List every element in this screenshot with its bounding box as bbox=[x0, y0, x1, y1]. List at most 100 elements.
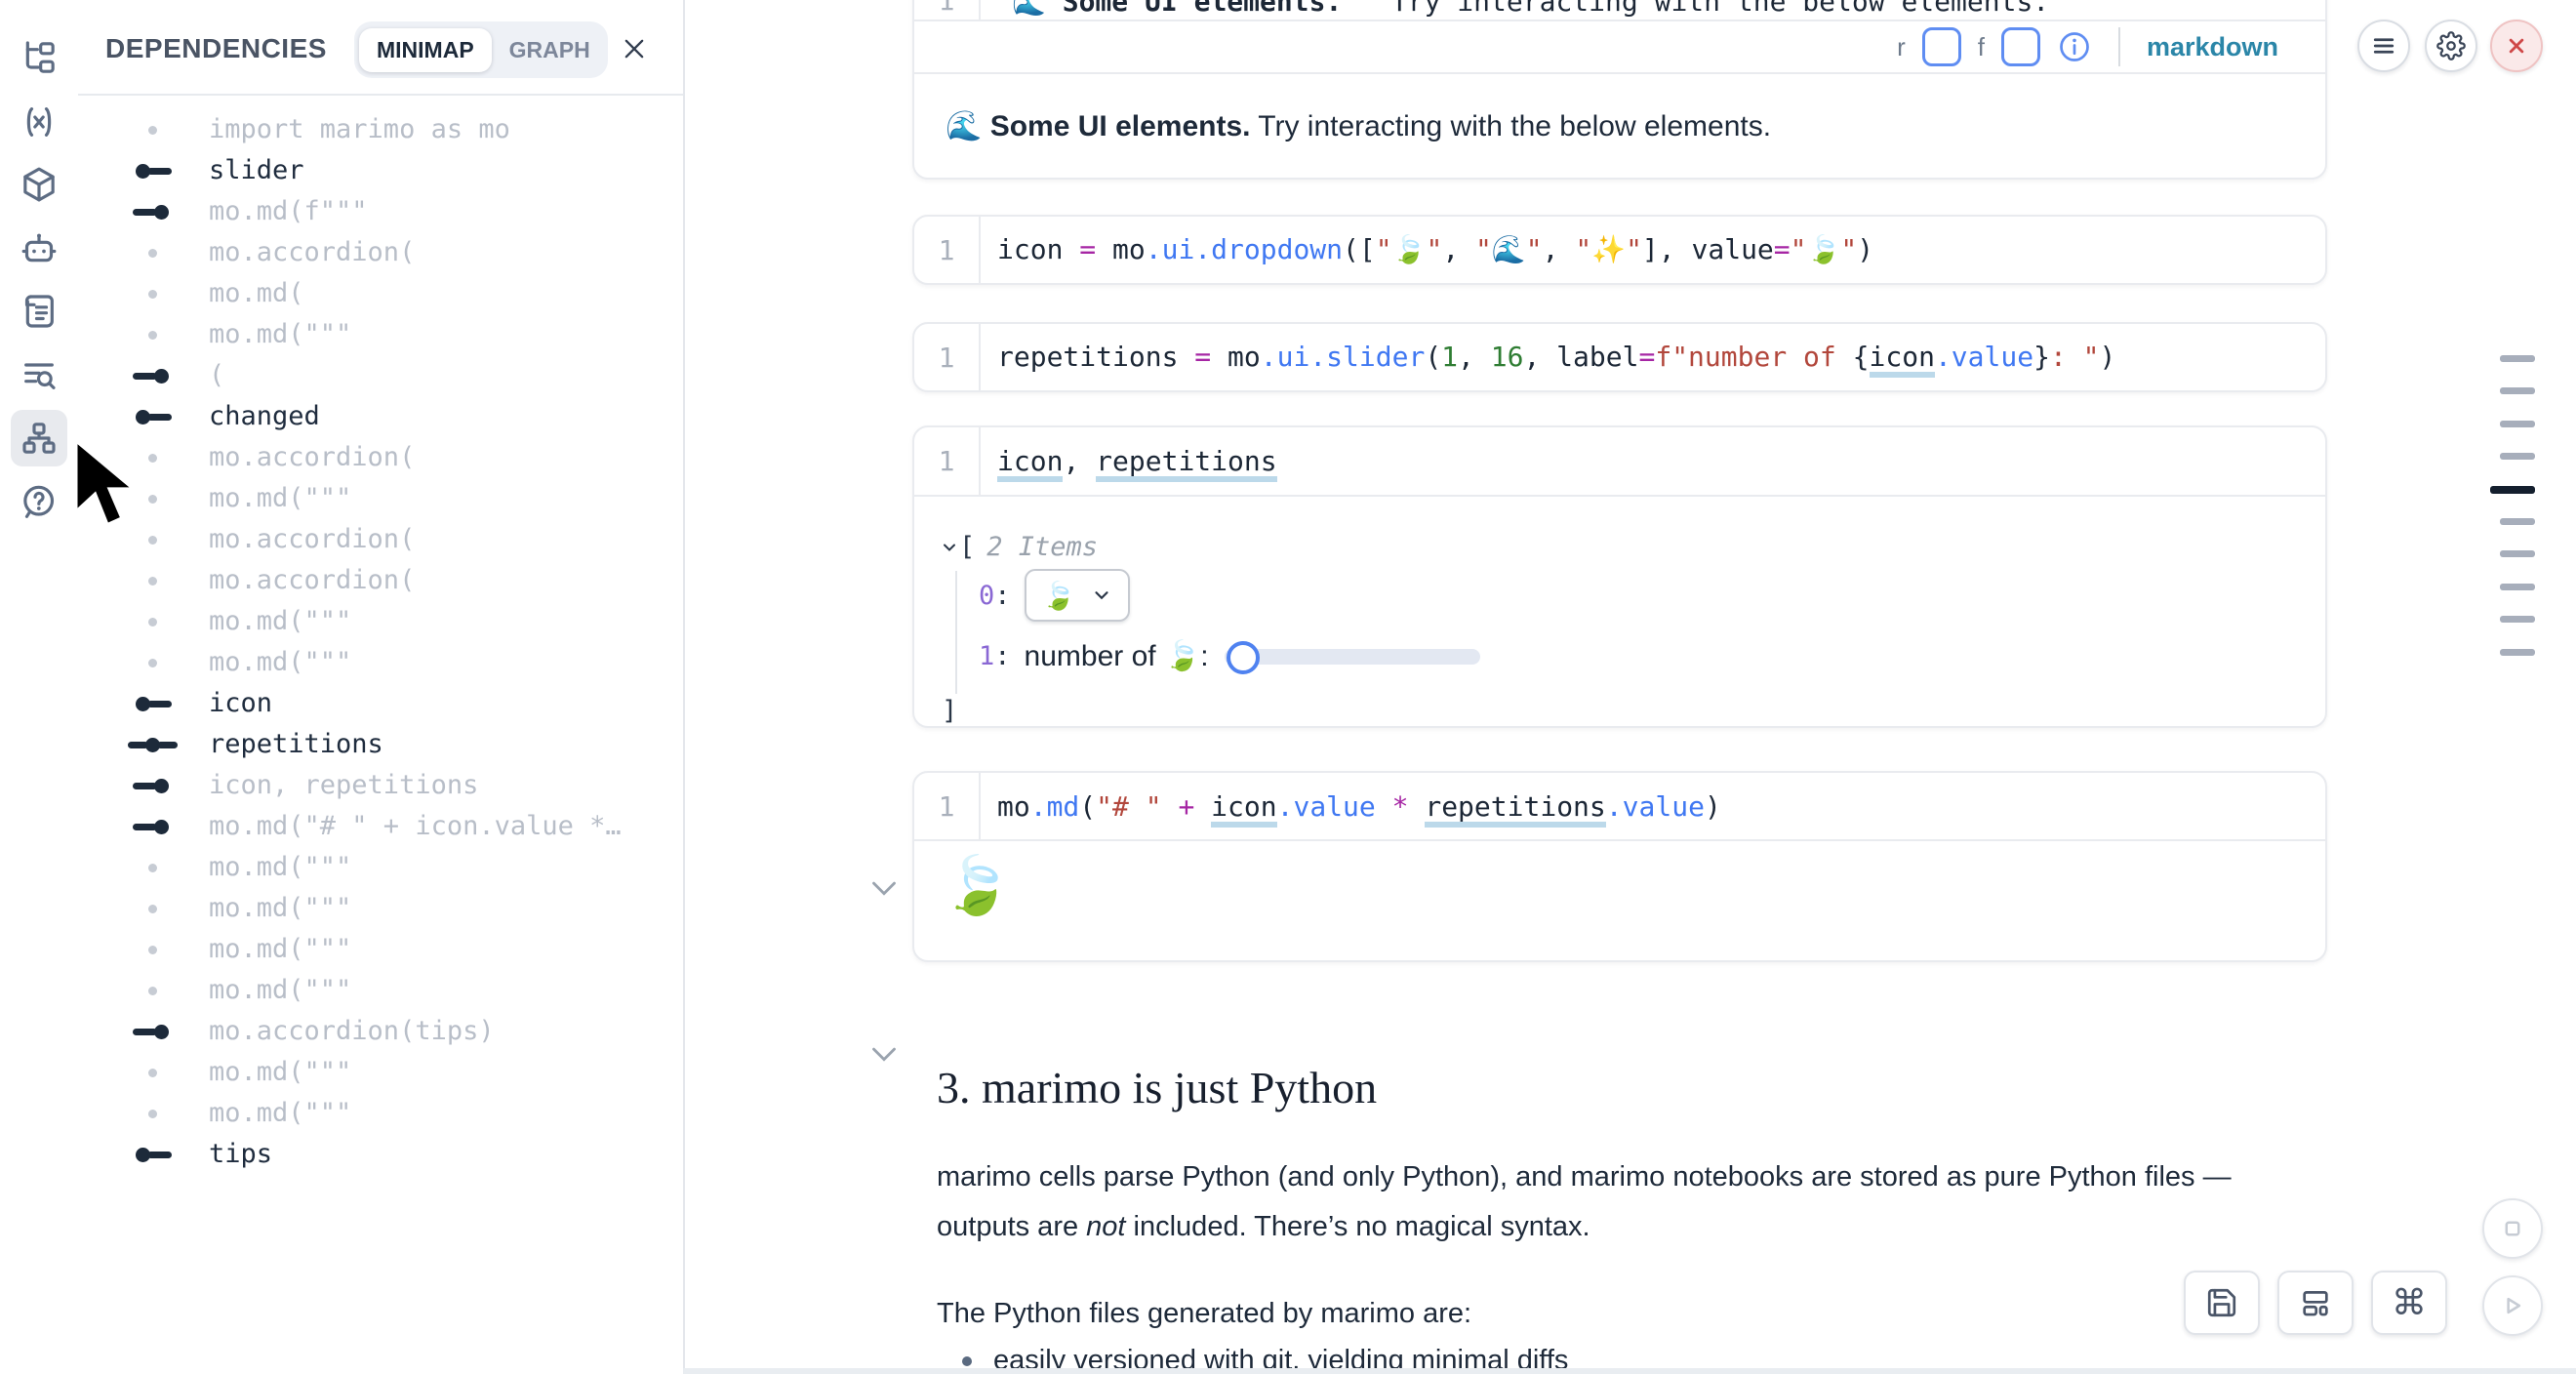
marker-shape bbox=[148, 905, 157, 913]
sidebar-dependencies-button[interactable] bbox=[11, 410, 67, 466]
minimap-item[interactable]: mo.md(""" bbox=[78, 888, 681, 929]
shutdown-button[interactable] bbox=[2490, 20, 2543, 72]
minimap-item[interactable]: mo.md(""" bbox=[78, 601, 681, 642]
cell-dash[interactable] bbox=[2500, 584, 2535, 590]
save-icon bbox=[2205, 1286, 2238, 1319]
minimap-marker-def bbox=[113, 1148, 191, 1162]
cell-dash[interactable] bbox=[2500, 453, 2535, 460]
dependencies-icon bbox=[20, 419, 59, 458]
code-token: .md bbox=[1030, 790, 1080, 823]
cell-dash[interactable] bbox=[2500, 387, 2535, 394]
minimap-item[interactable]: import marimo as mo bbox=[78, 109, 681, 150]
layout-icon bbox=[2299, 1286, 2332, 1319]
marker-shape bbox=[147, 1152, 172, 1158]
tab-minimap[interactable]: MINIMAP bbox=[359, 28, 492, 72]
code-token: , bbox=[1063, 445, 1096, 477]
minimap-item[interactable]: mo.md(f""" bbox=[78, 191, 681, 232]
minimap-item[interactable]: ( bbox=[78, 355, 681, 396]
sidebar-table-of-contents-search-button[interactable] bbox=[11, 346, 67, 403]
minimap-item[interactable]: mo.md("# " + icon.value *… bbox=[78, 806, 681, 847]
variable-reference: icon bbox=[1211, 790, 1276, 828]
cell-dash[interactable] bbox=[2500, 421, 2535, 427]
section-paragraph-2: The Python files generated by marimo are… bbox=[937, 1289, 2314, 1339]
variable-reference: repetitions bbox=[1096, 445, 1276, 482]
marker-shape bbox=[154, 205, 169, 220]
settings-button[interactable] bbox=[2425, 20, 2477, 72]
minimap-item[interactable]: mo.md(""" bbox=[78, 970, 681, 1011]
tab-graph[interactable]: GRAPH bbox=[492, 28, 608, 72]
keyboard-shortcuts-button[interactable]: ⌘ bbox=[2371, 1271, 2447, 1335]
sidebar-scratchpad-button[interactable] bbox=[11, 283, 67, 340]
minimap-item[interactable]: mo.md(""" bbox=[78, 642, 681, 683]
code-token: { bbox=[1853, 341, 1870, 373]
minimap-item[interactable]: mo.md(""" bbox=[78, 314, 681, 355]
code-editor[interactable]: 1 mo.md("# " + icon.value * repetitions.… bbox=[914, 773, 2325, 840]
sidebar-file-explorer-button[interactable] bbox=[11, 29, 67, 86]
collapse-output-chevron-icon[interactable] bbox=[870, 880, 898, 898]
minimap-item[interactable]: mo.accordion( bbox=[78, 560, 681, 601]
sidebar-help-button[interactable] bbox=[11, 473, 67, 530]
sidebar-ai-assistant-button[interactable] bbox=[11, 221, 67, 277]
minimap-item[interactable]: mo.md(""" bbox=[78, 478, 681, 519]
minimap-item[interactable]: mo.accordion(tips) bbox=[78, 1011, 681, 1052]
code-token: ( bbox=[1425, 341, 1441, 373]
stop-button[interactable] bbox=[2482, 1198, 2543, 1259]
minimap-marker-use bbox=[113, 369, 191, 384]
cell-dash[interactable] bbox=[2500, 550, 2535, 557]
language-label[interactable]: markdown bbox=[2147, 32, 2278, 62]
info-icon[interactable] bbox=[2057, 29, 2092, 64]
tree-row-1: 1 : number of 🍃: bbox=[979, 639, 1480, 673]
minimap-item[interactable]: mo.md(""" bbox=[78, 1093, 681, 1134]
minimap-item[interactable]: mo.accordion( bbox=[78, 437, 681, 478]
minimap-item[interactable]: repetitions bbox=[78, 724, 681, 765]
code-token: } bbox=[2033, 341, 2050, 373]
minimap-item[interactable]: icon bbox=[78, 683, 681, 724]
notebook-menu-button[interactable] bbox=[2357, 20, 2410, 72]
cell-dash-active[interactable] bbox=[2490, 486, 2535, 494]
code-token: "✨" bbox=[1575, 233, 1642, 265]
minimap-item-label: changed bbox=[209, 396, 320, 437]
minimap-item[interactable]: icon, repetitions bbox=[78, 765, 681, 806]
close-panel-button[interactable] bbox=[617, 31, 652, 66]
code-editor-clipped[interactable]: 1 🌊 Some UI elements. Try interacting wi… bbox=[914, 0, 2325, 20]
minimap-item-label: mo.md(""" bbox=[209, 642, 351, 683]
code-token: , bbox=[1543, 233, 1576, 265]
collapse-section-chevron-icon[interactable] bbox=[870, 1046, 898, 1064]
format-checkbox[interactable] bbox=[2001, 27, 2040, 66]
reactive-checkbox[interactable] bbox=[1922, 27, 1961, 66]
minimap-item[interactable]: mo.md(""" bbox=[78, 929, 681, 970]
sidebar-packages-button[interactable] bbox=[11, 156, 67, 213]
cell-output: 🌊 Some UI elements. Try interacting with… bbox=[914, 74, 2325, 178]
tree-header[interactable]: [ 2 Items bbox=[940, 532, 1098, 562]
minimap-item[interactable]: mo.md( bbox=[78, 273, 681, 314]
minimap-item-label: mo.accordion( bbox=[209, 519, 415, 560]
run-button[interactable] bbox=[2482, 1275, 2543, 1336]
cell-dash[interactable] bbox=[2500, 355, 2535, 362]
minimap-item[interactable]: mo.md(""" bbox=[78, 847, 681, 888]
cell-repetitions-slider[interactable]: 1 repetitions = mo.ui.slider(1, 16, labe… bbox=[912, 322, 2327, 392]
slider-knob[interactable] bbox=[1227, 641, 1260, 674]
minimap-marker-use bbox=[113, 779, 191, 793]
minimap-marker-dot bbox=[113, 126, 191, 135]
tree-row-0: 0 : 🍃 bbox=[979, 569, 1130, 622]
minimap-item[interactable]: changed bbox=[78, 396, 681, 437]
repetitions-slider[interactable] bbox=[1225, 649, 1480, 665]
cell-icon-dropdown[interactable]: 1 icon = mo.ui.dropdown(["🍃", "🌊", "✨"],… bbox=[912, 215, 2327, 285]
cell-dash[interactable] bbox=[2500, 616, 2535, 623]
cell-dash[interactable] bbox=[2500, 649, 2535, 656]
minimap-item-label: mo.md(f""" bbox=[209, 191, 368, 232]
code-line: icon = mo.ui.dropdown(["🍃", "🌊", "✨"], v… bbox=[981, 232, 1873, 267]
code-editor[interactable]: 1 icon, repetitions bbox=[914, 427, 2325, 495]
sidebar-variables-button[interactable] bbox=[11, 94, 67, 150]
cell-dash[interactable] bbox=[2500, 518, 2535, 525]
save-button[interactable] bbox=[2184, 1271, 2260, 1335]
minimap-item[interactable]: tips bbox=[78, 1134, 681, 1175]
minimap-item[interactable]: mo.accordion( bbox=[78, 519, 681, 560]
icon-dropdown-select[interactable]: 🍃 bbox=[1025, 569, 1131, 622]
marker-shape bbox=[147, 414, 172, 421]
minimap-item[interactable]: mo.accordion( bbox=[78, 232, 681, 273]
marimo-app: DEPENDENCIES MINIMAP GRAPH import marimo… bbox=[0, 0, 2576, 1374]
layout-select-button[interactable] bbox=[2277, 1271, 2354, 1335]
minimap-item[interactable]: slider bbox=[78, 150, 681, 191]
minimap-item[interactable]: mo.md(""" bbox=[78, 1052, 681, 1093]
